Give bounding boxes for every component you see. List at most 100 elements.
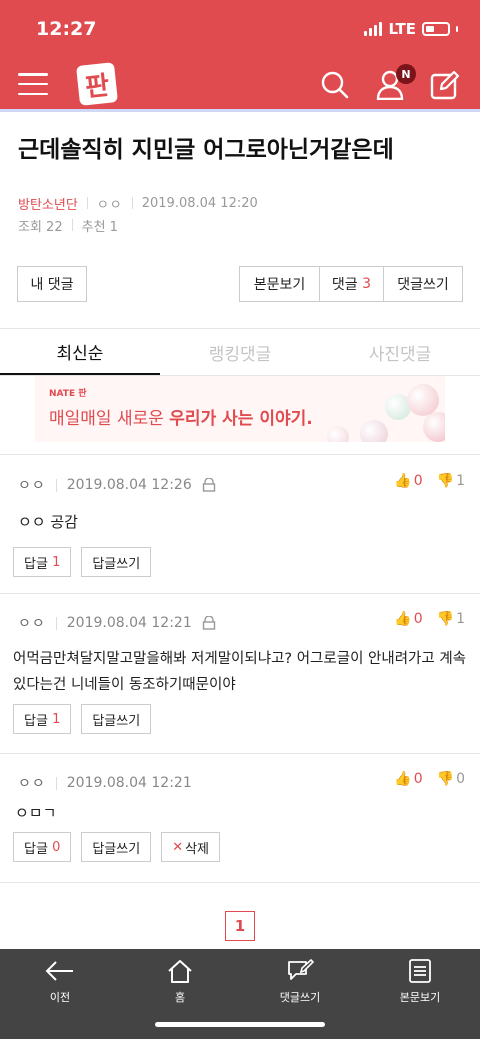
ad-text: 매일매일 새로운 우리가 사는 이야기.: [49, 404, 313, 429]
my-comments-button[interactable]: 내 댓글: [17, 266, 87, 302]
comment-actions: 답글 1 답글쓰기: [13, 547, 152, 577]
status-bar: 12:27 LTE: [0, 0, 480, 58]
thumbs-down-icon: 👎: [436, 611, 455, 627]
ad-banner[interactable]: NATE 판 매일매일 새로운 우리가 사는 이야기.: [35, 376, 445, 442]
page-number-current[interactable]: 1: [225, 911, 255, 941]
write-reply-button[interactable]: 답글쓰기: [81, 704, 152, 734]
comment-nick[interactable]: ㅇㅇ: [18, 613, 46, 633]
battery-cap: [456, 26, 458, 32]
top-navbar: 판 N: [0, 58, 480, 112]
delete-button[interactable]: ✕ 삭제: [161, 832, 221, 862]
upvote-button[interactable]: 👍 0: [394, 771, 422, 787]
comment-datetime: 2019.08.04 12:21: [66, 615, 192, 631]
comment-body: ㅇㅁㄱ: [15, 804, 57, 822]
upvote-count: 0: [413, 771, 423, 787]
nav-icons: N: [320, 64, 460, 100]
post-action-group: 본문보기 댓글 3 댓글쓰기: [239, 266, 463, 304]
nav-back-label: 이전: [49, 991, 71, 1004]
pearl-image: [360, 420, 388, 442]
comment-header: ㅇㅇ 2019.08.04 12:21: [18, 772, 192, 794]
reply-label: 답글: [24, 556, 48, 572]
comment-item: ㅇㅇ 2019.08.04 12:21 👍 0 👎 1 어먹금만쳐달지말고말을해봐 …: [0, 594, 480, 754]
network-label: LTE: [388, 20, 416, 38]
tab-ranking[interactable]: 랭킹댓글: [160, 329, 320, 375]
reply-button[interactable]: 답글 1: [13, 547, 72, 577]
upvote-button[interactable]: 👍 0: [394, 611, 422, 627]
user-menu[interactable]: N: [376, 64, 416, 100]
nav-home-label: 홈: [174, 991, 186, 1004]
tab-photo[interactable]: 사진댓글: [320, 329, 480, 375]
reply-label: 답글: [24, 841, 48, 857]
lock-icon: [202, 616, 215, 630]
upvote-count: 0: [413, 611, 423, 627]
nav-write-comment-label: 댓글쓰기: [279, 991, 321, 1004]
nav-view-post-label: 본문보기: [399, 991, 441, 1004]
post-author[interactable]: 방탄소년단: [18, 194, 78, 213]
reply-count: 0: [52, 839, 61, 855]
thumbs-up-icon: 👍: [394, 771, 412, 787]
upvote-button[interactable]: 👍 0: [394, 473, 422, 489]
write-icon[interactable]: [430, 70, 460, 100]
post-datetime: 2019.08.04 12:20: [141, 195, 258, 211]
pann-logo[interactable]: 판: [76, 62, 118, 106]
signal-icon: [364, 22, 383, 36]
home-indicator[interactable]: [155, 1022, 325, 1027]
comment-item: ㅇㅇ 2019.08.04 12:26 👍 0 👎 1 ㅇㅇ 공감 답글 1 답글쓰…: [0, 455, 480, 594]
reply-button[interactable]: 답글 1: [13, 704, 72, 734]
comments-button[interactable]: 댓글 3: [319, 266, 383, 302]
delete-x-icon: ✕: [172, 839, 184, 855]
search-icon[interactable]: [320, 70, 350, 100]
notification-badge: N: [396, 64, 416, 84]
nav-back[interactable]: 이전: [0, 949, 120, 1039]
write-comment-button[interactable]: 댓글쓰기: [383, 266, 463, 302]
thumbs-down-icon: 👎: [436, 771, 455, 787]
downvote-count: 1: [456, 473, 465, 489]
reply-button[interactable]: 답글 0: [13, 832, 72, 862]
comment-sort-tabs: 최신순 랭킹댓글 사진댓글: [0, 328, 480, 376]
comment-datetime: 2019.08.04 12:21: [66, 775, 192, 791]
nav-view-post[interactable]: 본문보기: [360, 949, 480, 1039]
comment-datetime: 2019.08.04 12:26: [66, 477, 192, 493]
post-actions: 내 댓글 본문보기 댓글 3 댓글쓰기: [0, 266, 480, 304]
downvote-button[interactable]: 👎 1: [437, 611, 465, 627]
post-recommend: 추천 1: [81, 219, 118, 235]
ad-text-bold: 우리가 사는 이야기.: [169, 409, 313, 429]
reply-label: 답글: [24, 713, 48, 729]
thumbs-down-icon: 👎: [436, 473, 455, 489]
comment-header: ㅇㅇ 2019.08.04 12:21: [18, 612, 216, 634]
downvote-button[interactable]: 👎 0: [437, 771, 465, 787]
battery-icon: [422, 22, 450, 36]
view-post-button[interactable]: 본문보기: [239, 266, 319, 302]
downvote-button[interactable]: 👎 1: [437, 473, 465, 489]
status-indicators: LTE: [364, 20, 458, 38]
upvote-count: 0: [413, 473, 423, 489]
back-arrow-icon: [45, 961, 73, 981]
pearl-image: [423, 412, 445, 442]
tab-latest[interactable]: 최신순: [0, 329, 160, 375]
comment-votes: 👍 0 👎 1: [394, 611, 465, 627]
comment-nick[interactable]: ㅇㅇ: [18, 773, 46, 793]
comment-item: ㅇㅇ 2019.08.04 12:21 👍 0 👎 0 ㅇㅁㄱ 답글 0 답글쓰기 …: [0, 754, 480, 883]
write-reply-button[interactable]: 답글쓰기: [81, 547, 152, 577]
comment-write-icon: [288, 959, 314, 980]
document-icon: [409, 959, 431, 983]
home-icon: [168, 960, 192, 983]
downvote-count: 1: [456, 611, 465, 627]
post-nickname: ㅇㅇ: [96, 197, 123, 213]
comments-label: 댓글: [331, 277, 358, 293]
post-meta: 방탄소년단 ㅇㅇ 2019.08.04 12:20 조회 22 추천 1: [0, 192, 480, 236]
reply-count: 1: [52, 554, 61, 570]
menu-icon[interactable]: [18, 73, 48, 95]
post-title: 근데솔직히 지민글 어그로아닌거같은데: [18, 137, 394, 163]
section-divider: [0, 442, 480, 455]
comment-header: ㅇㅇ 2019.08.04 12:26: [18, 474, 216, 496]
comment-body: ㅇㅇ 공감: [18, 513, 78, 531]
comment-body: 어먹금만쳐달지말고말을해봐 저게말이되냐고? 어그로글이 안내려가고 계속있다는…: [13, 651, 467, 693]
comment-nick[interactable]: ㅇㅇ: [18, 475, 46, 495]
post-views: 조회 22: [18, 219, 63, 235]
pagination: 1: [0, 911, 480, 941]
delete-label: 삭제: [185, 841, 210, 857]
thumbs-up-icon: 👍: [394, 473, 412, 489]
comment-actions: 답글 0 답글쓰기 ✕ 삭제: [13, 832, 221, 862]
write-reply-button[interactable]: 답글쓰기: [81, 832, 152, 862]
